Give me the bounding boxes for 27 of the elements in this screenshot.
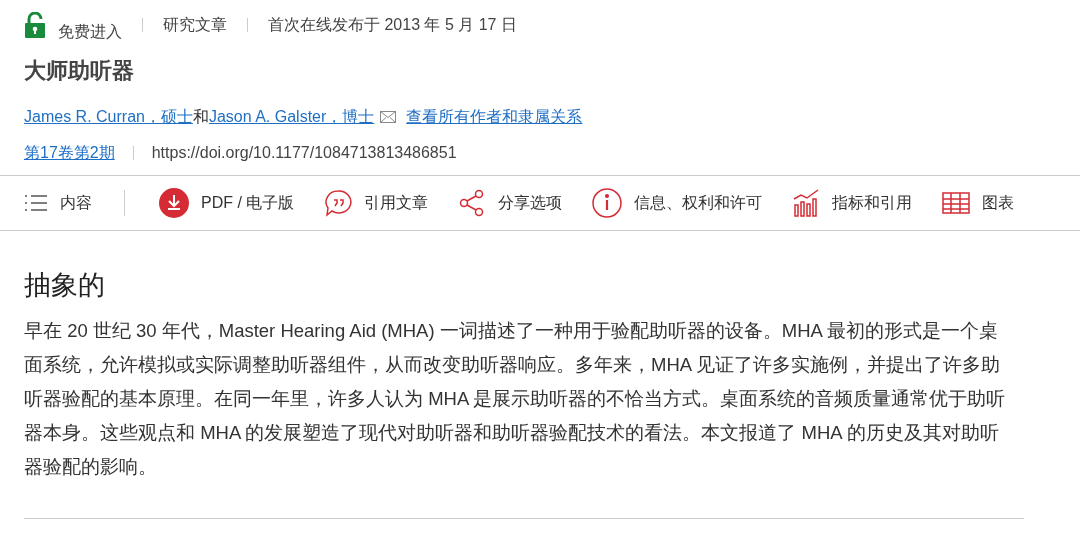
access-label: 免费进入 (58, 22, 122, 42)
quote-icon (324, 189, 353, 217)
conjunction-text: 和 (192, 107, 209, 127)
affiliations-link[interactable]: 查看所有作者和隶属关系 (406, 105, 583, 129)
toolbar-button[interactable]: 内容 (24, 191, 92, 215)
publish-date: 首次在线发布于 2013 年 5 月 17 日 (268, 15, 517, 35)
table-icon (942, 192, 971, 214)
toolbar-button[interactable]: 信息、权利和许可 (592, 188, 763, 218)
list-icon (24, 194, 48, 212)
toolbar-button[interactable]: 指标和引用 (792, 189, 913, 217)
article-title: 大师助听器 (23, 57, 135, 85)
toolbar-button[interactable]: PDF / 电子版 (159, 188, 295, 218)
author-link[interactable]: Jason A. Galster，博士 (208, 105, 375, 129)
author-link[interactable]: James R. Curran，硕士 (24, 105, 193, 129)
lock-icon (24, 12, 46, 38)
doi-text: https://doi.org/10.1177/1084713813486851 (151, 143, 457, 163)
article-type: 研究文章 (163, 15, 227, 35)
toolbar-button[interactable]: 引用文章 (324, 189, 429, 217)
section-heading: 抽象的 (23, 269, 106, 302)
mail-icon[interactable] (380, 111, 397, 123)
abstract-text: 早在 20 世纪 30 年代，Master Hearing Aid (MHA) 一词描述了一种用于验配助听器的设备。MHA 最初的形式是一个桌面系统，允许模拟或实际调整助听器组件，从而改变助听器响应。多年来，MHA 见证了许多实施例，并提出了许多助听器验配的基本原理。在同一年里，许多人认为 MHA 是展示助听器的不恰当方式。桌面系统的音频质量通常优于助听器本身。这些观点和 MHA 的发展塑造了现代对助听器和助听器验配技术的看法。本文报道了 MHA 的历史及其对助听器验配的影响。 (23, 318, 1007, 479)
bar-chart-icon (792, 189, 821, 217)
issue-link[interactable]: 第17卷第2期 (24, 141, 115, 165)
download-icon (159, 188, 189, 218)
toolbar-button[interactable]: 图表 (942, 191, 1015, 215)
toolbar-button[interactable]: 分享选项 (458, 189, 563, 217)
info-icon (592, 188, 623, 218)
